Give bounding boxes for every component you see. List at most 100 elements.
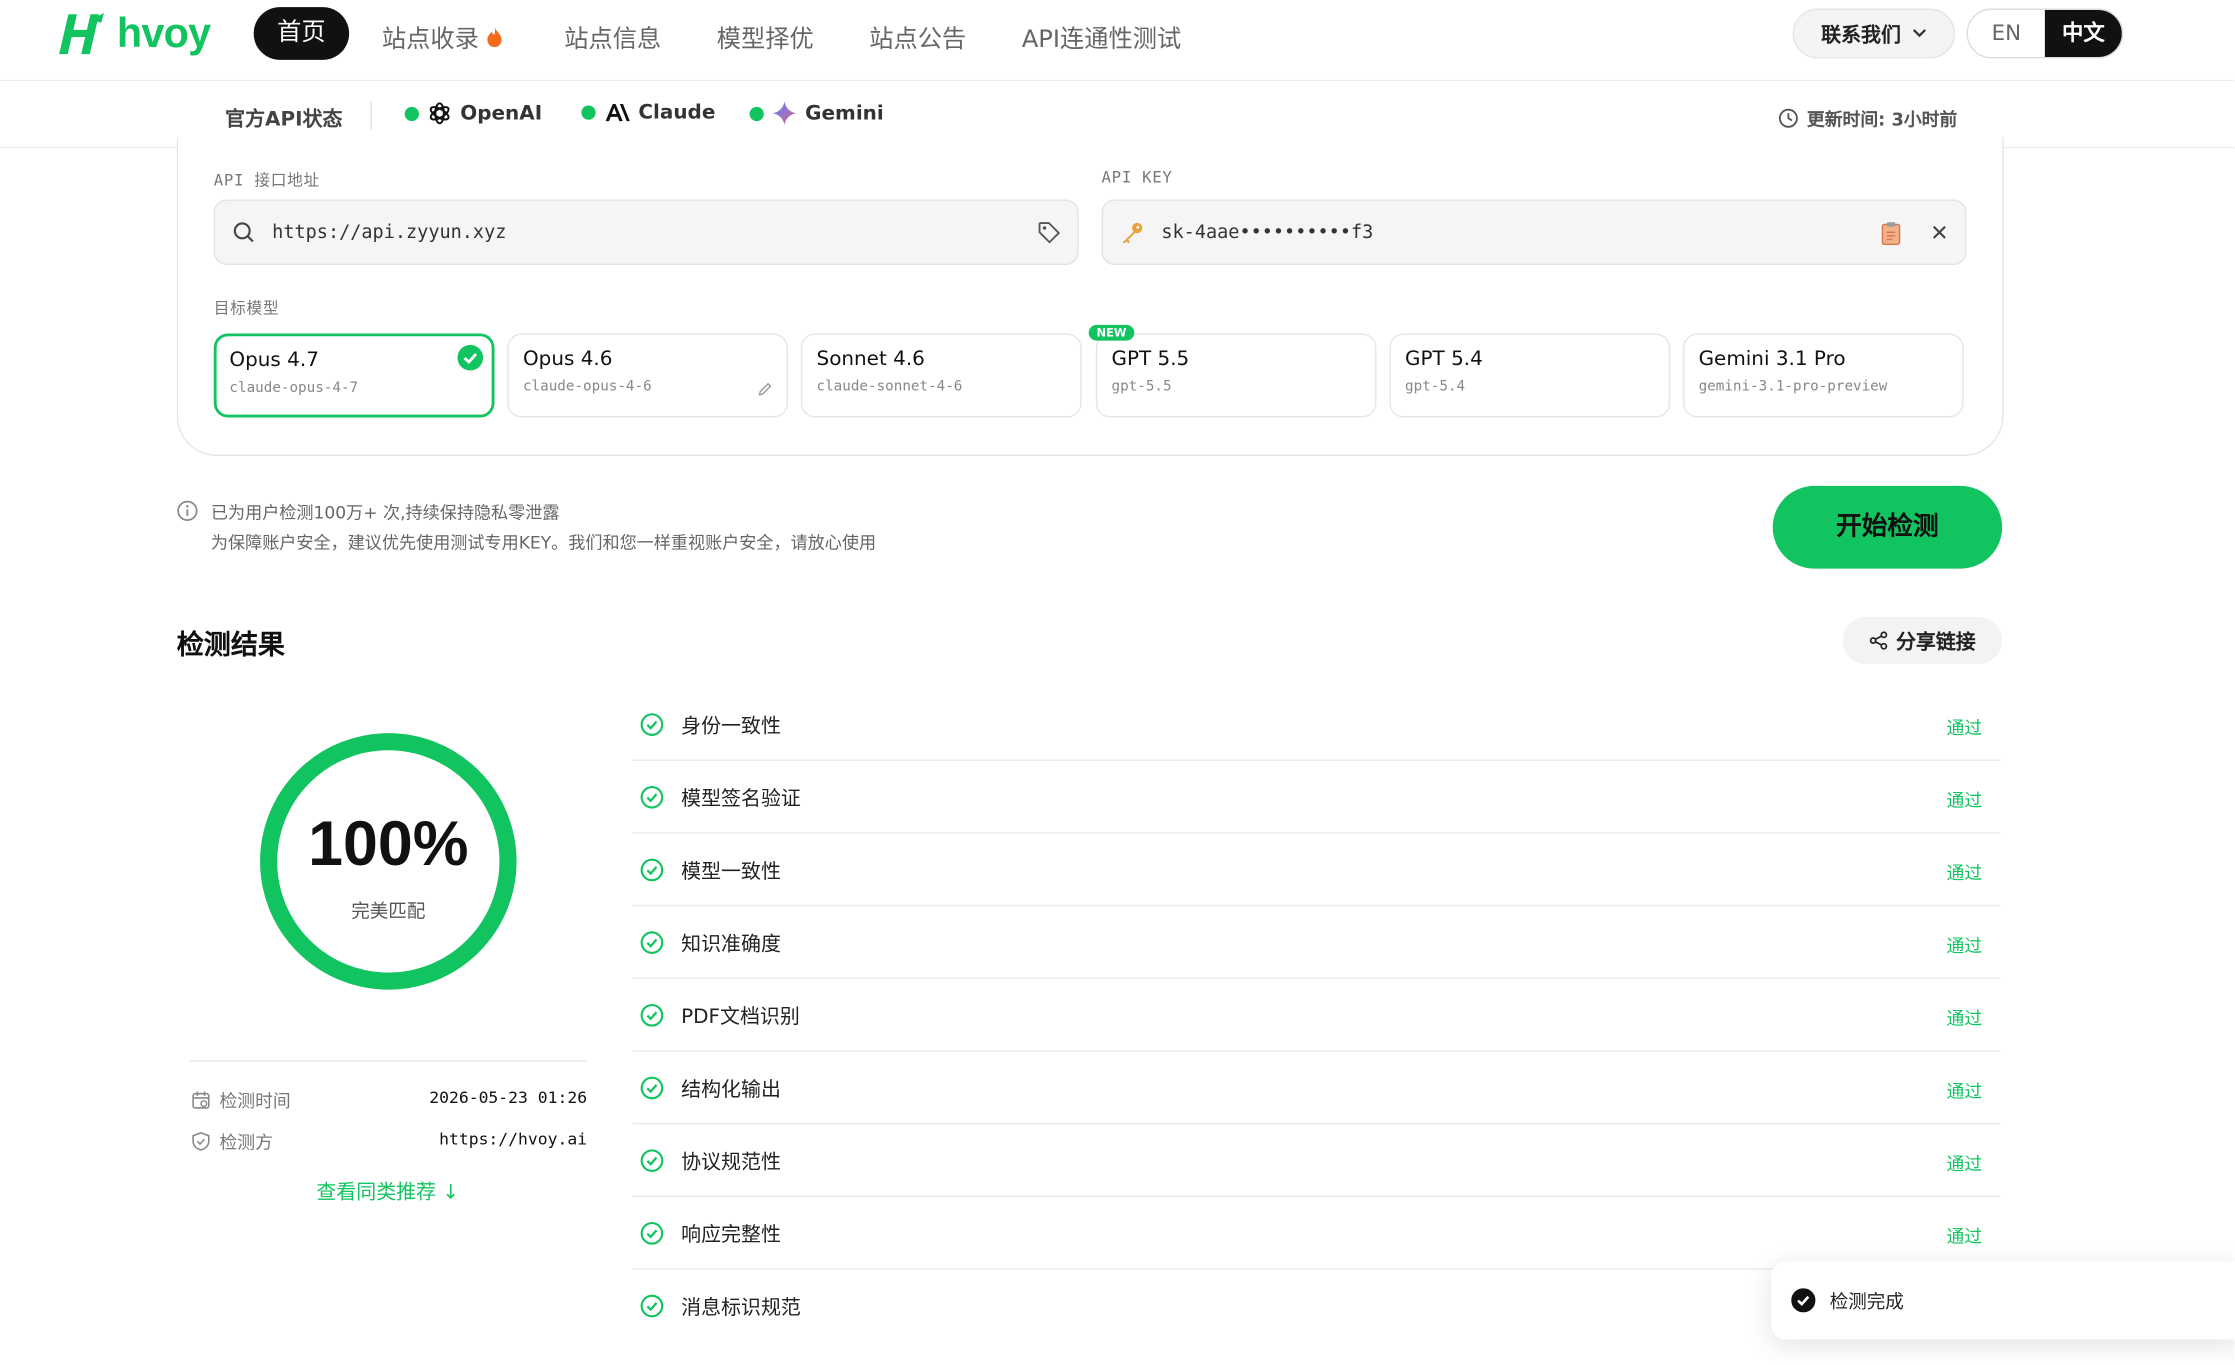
check-pass-badge: 通过 — [1946, 1007, 1983, 1029]
model-card-gemini-3-1-pro[interactable]: Gemini 3.1 Pro gemini-3.1-pro-preview — [1682, 333, 1964, 418]
check-selected-icon — [457, 344, 484, 371]
model-card-gpt-5-5[interactable]: GPT 5.5 gpt-5.5 — [1095, 333, 1377, 418]
check-circle-icon — [640, 1294, 664, 1318]
chevron-down-icon — [1912, 29, 1926, 38]
notice-line-1: 已为用户检测100万+ 次,持续保持隐私零泄露 — [210, 503, 560, 523]
logo[interactable]: hvoy — [57, 9, 211, 60]
check-pass-badge: 通过 — [1946, 1080, 1983, 1102]
contact-us-button[interactable]: 联系我们 — [1792, 8, 1956, 59]
status-gemini[interactable]: Gemini — [749, 101, 884, 126]
see-similar-link[interactable]: 查看同类推荐 ↓ — [316, 1177, 459, 1206]
test-time-label: 检测时间 — [191, 1086, 291, 1113]
check-pass-badge: 通过 — [1946, 934, 1983, 957]
api-key-label: API KEY — [1101, 168, 1173, 187]
clear-icon[interactable] — [1931, 224, 1948, 241]
status-claude[interactable]: Claude — [581, 101, 715, 124]
check-row-signature: 模型签名验证 通过 — [632, 761, 2001, 834]
model-name: GPT 5.5 — [1111, 347, 1190, 371]
privacy-notice: 已为用户检测100万+ 次,持续保持隐私零泄露 为保障账户安全，建议优先使用测试… — [211, 499, 876, 559]
model-name: Sonnet 4.6 — [816, 347, 925, 371]
toast-notification: 检测完成 — [1771, 1261, 2235, 1340]
share-link-button[interactable]: 分享链接 — [1842, 617, 2003, 665]
check-pass-badge: 通过 — [1946, 1152, 1983, 1175]
gemini-icon — [772, 101, 797, 126]
lang-en-button[interactable]: EN — [1967, 9, 2045, 57]
nav-announcements[interactable]: 站点公告 — [869, 19, 966, 55]
check-circle-icon — [640, 1149, 664, 1172]
check-circle-icon — [640, 931, 664, 954]
search-icon — [233, 222, 254, 243]
status-openai[interactable]: OpenAI — [404, 101, 543, 125]
nav-sites-label: 站点收录 — [381, 25, 479, 55]
check-row-model-consistency: 模型一致性 通过 — [632, 834, 2001, 907]
status-openai-label: OpenAI — [460, 101, 543, 125]
anthropic-icon — [605, 104, 630, 122]
update-time-text: 更新时间: 3小时前 — [1806, 108, 1958, 130]
model-id: claude-sonnet-4-6 — [816, 379, 963, 395]
target-model-label: 目标模型 — [213, 299, 280, 318]
status-dot — [581, 105, 596, 120]
api-url-value: https://api.zyyun.xyz — [272, 221, 507, 243]
check-name: 消息标识规范 — [681, 1296, 801, 1320]
check-name: 模型签名验证 — [681, 788, 801, 811]
edit-pencil-icon[interactable] — [758, 382, 772, 396]
check-pass-badge: 通过 — [1946, 862, 1983, 884]
check-name: 知识准确度 — [681, 933, 781, 957]
check-row-protocol: 协议规范性 通过 — [632, 1124, 2001, 1197]
check-circle-icon — [640, 713, 664, 736]
model-card-gpt-5-4[interactable]: GPT 5.4 gpt-5.4 — [1389, 333, 1671, 418]
check-filled-icon — [1791, 1288, 1816, 1313]
share-link-label: 分享链接 — [1895, 630, 1976, 654]
check-name: PDF文档识别 — [681, 1006, 800, 1029]
status-claude-label: Claude — [638, 101, 716, 124]
model-card-opus-4-6[interactable]: Opus 4.6 claude-opus-4-6 — [507, 333, 789, 418]
status-gemini-label: Gemini — [805, 101, 884, 125]
logo-h-icon — [59, 12, 105, 55]
api-url-input[interactable]: https://api.zyyun.xyz — [213, 199, 1079, 266]
tester-value: https://hvoy.ai — [439, 1128, 588, 1149]
nav-sites[interactable]: 站点收录 — [382, 19, 503, 55]
check-name: 身份一致性 — [681, 715, 781, 739]
check-name: 结构化输出 — [681, 1078, 781, 1102]
api-key-input[interactable]: sk-4aae••••••••••f3 — [1101, 199, 1967, 266]
language-switch: EN 中文 — [1966, 8, 2124, 59]
check-pass-badge: 通过 — [1946, 1225, 1983, 1247]
tag-icon[interactable] — [1037, 221, 1061, 244]
check-row-structured: 结构化输出 通过 — [632, 1052, 2001, 1125]
fire-icon — [487, 26, 502, 47]
openai-icon — [429, 102, 450, 125]
model-name: Opus 4.7 — [229, 349, 319, 372]
nav-home[interactable]: 首页 — [253, 7, 350, 60]
calendar-icon — [192, 1090, 210, 1109]
nav-model-select[interactable]: 模型择优 — [717, 19, 814, 55]
nav-api-test[interactable]: API连通性测试 — [1022, 19, 1181, 55]
api-status-label: 官方API状态 — [225, 108, 343, 132]
nav-site-info[interactable]: 站点信息 — [564, 19, 661, 55]
update-time: 更新时间: 3小时前 — [1778, 104, 1957, 131]
check-circle-icon — [640, 785, 664, 809]
model-id: gemini-3.1-pro-preview — [1698, 379, 1888, 395]
check-row-knowledge: 知识准确度 通过 — [632, 906, 2001, 979]
model-id: claude-opus-4-6 — [522, 379, 652, 395]
clipboard-icon[interactable] — [1880, 220, 1903, 245]
lang-zh-button[interactable]: 中文 — [2044, 9, 2122, 57]
notice-line-2: 为保障账户安全，建议优先使用测试专用KEY。我们和您一样重视账户安全，请放心使用 — [210, 532, 877, 553]
score-percentage: 100% — [308, 809, 469, 880]
api-url-label: API 接口地址 — [213, 171, 320, 190]
share-icon — [1869, 631, 1887, 650]
check-name: 模型一致性 — [681, 860, 781, 884]
check-name: 协议规范性 — [681, 1151, 781, 1175]
check-circle-icon — [640, 1222, 664, 1245]
tester-label-text: 检测方 — [219, 1131, 273, 1153]
model-card-opus-4-7[interactable]: Opus 4.7 claude-opus-4-7 — [213, 333, 495, 418]
test-time-label-text: 检测时间 — [219, 1090, 291, 1112]
new-badge: NEW — [1088, 324, 1135, 341]
toast-message: 检测完成 — [1829, 1292, 1904, 1314]
model-card-sonnet-4-6[interactable]: Sonnet 4.6 claude-sonnet-4-6 — [800, 333, 1082, 418]
test-time-value: 2026-05-23 01:26 — [429, 1087, 588, 1108]
clock-icon — [1778, 108, 1798, 128]
check-row-identity: 身份一致性 通过 — [632, 688, 2001, 761]
check-circle-icon — [640, 1076, 664, 1100]
start-test-button[interactable]: 开始检测 — [1772, 485, 2003, 569]
score-label: 完美匹配 — [351, 902, 426, 924]
